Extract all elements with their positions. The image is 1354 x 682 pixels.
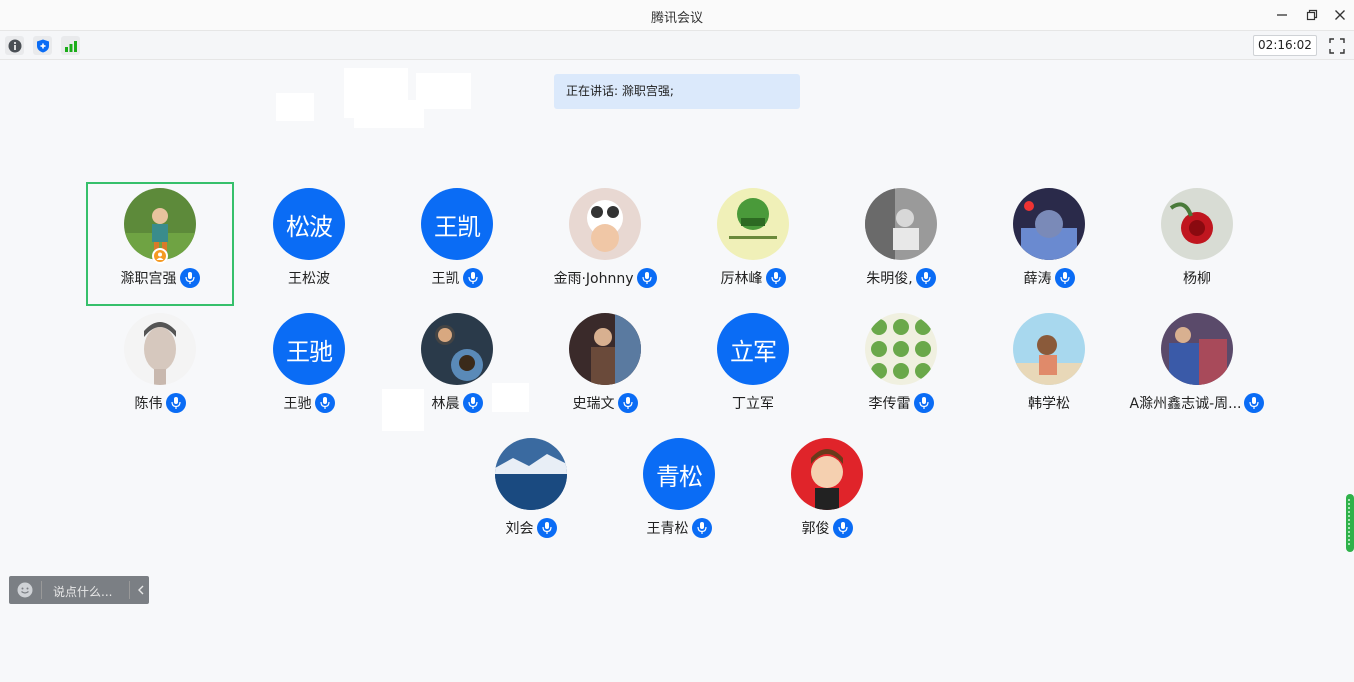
participant-name: 杨柳 [1183, 271, 1211, 287]
toolbar: 02:16:02 [0, 31, 1354, 60]
avatar [1013, 188, 1085, 260]
avatar: 王凯 [421, 188, 493, 260]
participant-tile[interactable]: 王驰 王驰 [235, 307, 383, 431]
divider [41, 581, 42, 599]
redacted-block [276, 93, 314, 121]
participant-name: 史瑞文 [572, 396, 615, 412]
shield-icon[interactable] [33, 36, 52, 55]
avatar [717, 188, 789, 260]
avatar: 立军 [717, 313, 789, 385]
participant-name: 薛涛 [1023, 271, 1052, 287]
chat-placeholder[interactable]: 说点什么... [53, 583, 112, 600]
avatar [569, 313, 641, 385]
participant-tile[interactable]: 青松 王青松 [605, 432, 753, 556]
participant-name: 丁立军 [732, 396, 774, 412]
avatar [421, 313, 493, 385]
participant-tile[interactable]: 王凯 王凯 [383, 182, 531, 306]
restore-icon[interactable] [1302, 5, 1322, 25]
participant-tile[interactable]: 史瑞文 [531, 307, 679, 431]
participant-name: 刘会 [505, 521, 534, 537]
fullscreen-icon[interactable] [1328, 37, 1346, 55]
participant-tile[interactable]: 金雨·Johnny [531, 182, 679, 306]
participant-tile[interactable]: 刘会 [457, 432, 605, 556]
participant-tile[interactable]: 薛涛 [975, 182, 1123, 306]
participant-tile[interactable]: 朱明俊, [827, 182, 975, 306]
avatar [865, 188, 937, 260]
participant-name: 王青松 [646, 521, 689, 537]
microphone-icon [1054, 268, 1075, 288]
close-icon[interactable] [1330, 5, 1350, 25]
participant-tile[interactable]: A滁州鑫志诚-周... [1123, 307, 1271, 431]
participant-name: 郭俊 [801, 521, 830, 537]
participant-tile[interactable]: 陈伟 [86, 307, 234, 431]
microphone-icon [462, 268, 483, 288]
meeting-timer: 02:16:02 [1253, 35, 1317, 56]
participant-tile[interactable]: 李传雷 [827, 307, 975, 431]
divider [129, 581, 130, 599]
participant-tile[interactable]: 林晨 [383, 307, 531, 431]
participant-name: 王驰 [283, 396, 312, 412]
participant-name: 林晨 [431, 396, 460, 412]
participant-name: 厉林峰 [720, 271, 763, 287]
participant-tile[interactable]: 郭俊 [753, 432, 901, 556]
volume-indicator [1346, 494, 1354, 552]
emoji-icon[interactable] [17, 582, 33, 601]
host-icon [152, 248, 168, 264]
avatar [495, 438, 567, 510]
redacted-block [354, 100, 424, 128]
title-bar: 腾讯会议 [0, 0, 1354, 31]
participant-tile[interactable]: 立军 丁立军 [679, 307, 827, 431]
participant-tile[interactable]: 杨柳 [1123, 182, 1271, 306]
participant-name: 李传雷 [868, 396, 911, 412]
minimize-icon[interactable] [1272, 5, 1292, 25]
participant-name: 韩学松 [1028, 396, 1070, 412]
participant-name: 王松波 [288, 271, 330, 287]
microphone-icon [179, 268, 200, 288]
participant-name: A滁州鑫志诚-周... [1129, 396, 1242, 412]
microphone-icon [765, 268, 786, 288]
microphone-icon [462, 393, 483, 413]
avatar [865, 313, 937, 385]
microphone-icon [165, 393, 186, 413]
participant-name: 陈伟 [134, 396, 163, 412]
participant-tile[interactable]: 松波 王松波 [235, 182, 383, 306]
participant-tile[interactable]: 滁职宫强 [86, 182, 234, 306]
window-title: 腾讯会议 [650, 11, 703, 26]
microphone-icon [691, 518, 712, 538]
microphone-icon [636, 268, 657, 288]
avatar [124, 313, 196, 385]
avatar [569, 188, 641, 260]
speaking-banner: 正在讲话: 滁职宫强; [554, 74, 800, 109]
chat-input-bar[interactable]: 说点什么... [9, 576, 149, 604]
microphone-icon [1244, 393, 1265, 413]
participant-name: 朱明俊, [866, 271, 913, 287]
microphone-icon [915, 268, 936, 288]
participant-name: 滁职宫强 [120, 271, 177, 287]
participant-tile[interactable]: 韩学松 [975, 307, 1123, 431]
avatar: 松波 [273, 188, 345, 260]
chevron-left-icon[interactable] [136, 583, 146, 600]
avatar: 青松 [643, 438, 715, 510]
avatar [1161, 188, 1233, 260]
participant-tile[interactable]: 厉林峰 [679, 182, 827, 306]
microphone-icon [617, 393, 638, 413]
avatar: 王驰 [273, 313, 345, 385]
microphone-icon [913, 393, 934, 413]
microphone-icon [314, 393, 335, 413]
avatar [1161, 313, 1233, 385]
participant-name: 金雨·Johnny [553, 271, 634, 287]
participant-name: 王凯 [431, 271, 460, 287]
microphone-icon [536, 518, 557, 538]
avatar [1013, 313, 1085, 385]
info-icon[interactable] [5, 36, 24, 55]
redacted-block [416, 73, 471, 109]
avatar [791, 438, 863, 510]
signal-icon[interactable] [61, 36, 80, 55]
microphone-icon [832, 518, 853, 538]
